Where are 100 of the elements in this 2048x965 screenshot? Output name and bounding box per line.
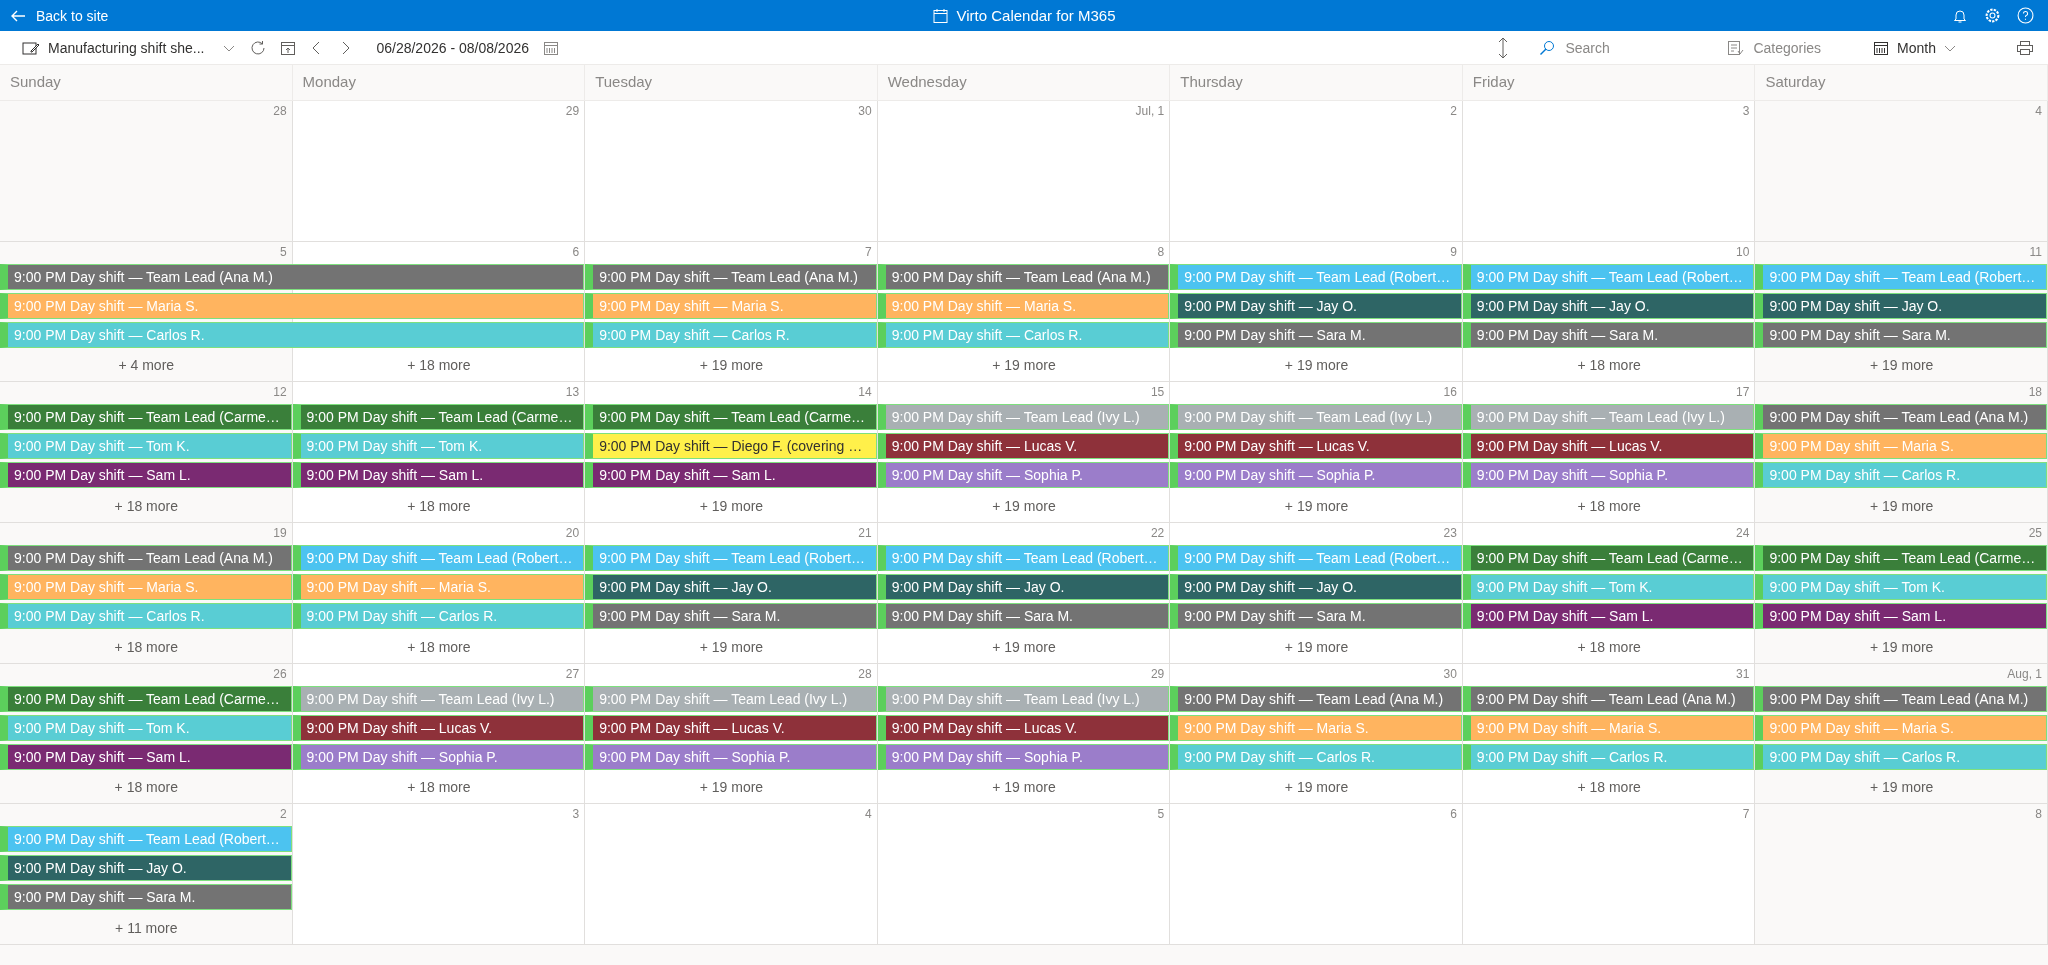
day-number: 8 [1157,244,1165,259]
event-bar[interactable]: 9:00 PM Day shift — Lucas V. [1170,433,1462,460]
event-bar[interactable]: 9:00 PM Day shift — Jay O. [877,574,1170,600]
event-bar[interactable]: 9:00 PM Day shift — Team Lead (Ana M.) [1755,685,2047,712]
more-link[interactable]: + 18 more [1577,498,1641,515]
event-bar[interactable]: 9:00 PM Day shift — Sam L. [292,462,585,489]
more-link[interactable]: + 18 more [114,498,178,515]
event-bar[interactable]: 9:00 PM Day shift — Jay O. [1755,292,2047,319]
event-bar[interactable]: 9:00 PM Day shift — Lucas V. [292,714,585,741]
more-link[interactable]: + 19 more [1284,357,1349,374]
event-bar[interactable]: 9:00 PM Day shift — Sam L. [585,462,877,489]
event-bar[interactable]: 9:00 PM Day shift — Sara M. [1755,321,2047,348]
more-link[interactable]: + 19 more [1870,779,1934,796]
event-bar[interactable]: 9:00 PM Day shift — Sophia P. [877,462,1170,489]
more-link[interactable]: + 19 more [699,357,764,374]
event-bar[interactable]: 9:00 PM Day shift — Jay O. [1170,292,1462,319]
event-bar[interactable]: 9:00 PM Day shift — Team Lead (Carme… [585,404,877,431]
event-bar[interactable]: 9:00 PM Day shift — Team Lead (Ana M.) [585,263,877,290]
day-number: 6 [572,244,580,259]
event-bar[interactable]: 9:00 PM Day shift — Team Lead (Ana M.) [0,545,292,571]
weekday-header: Sunday [0,65,293,100]
more-link[interactable]: + 18 more [1577,779,1641,796]
more-link[interactable]: + 19 more [1284,638,1349,655]
weekday-header: Wednesday [877,65,1171,100]
more-link[interactable]: + 18 more [407,638,471,655]
event-bar[interactable]: 9:00 PM Day shift — Team Lead (Ana M.) [1462,685,1755,712]
event-bar[interactable]: 9:00 PM Day shift — Sara M. [585,603,877,629]
event-bar[interactable]: 9:00 PM Day shift — Team Lead (Carme… [0,685,292,712]
event-bar[interactable]: 9:00 PM Day shift — Team Lead (Carme… [292,404,585,431]
help-icon[interactable] [2017,7,2034,24]
print-icon[interactable] [2016,39,2034,56]
event-bar[interactable]: 9:00 PM Day shift — Team Lead (Carme… [1462,545,1755,571]
event-bar[interactable]: 9:00 PM Day shift — Sam L. [1462,603,1755,629]
more-link[interactable]: + 19 more [1870,357,1934,374]
more-link[interactable]: + 11 more [115,920,178,937]
more-link[interactable]: + 19 more [992,779,1056,796]
event-bar[interactable]: 9:00 PM Day shift — Team Lead (Ana M.) [877,263,1170,290]
day-number: 7 [865,244,872,259]
more-link[interactable]: + 18 more [1577,638,1641,655]
event-bar[interactable]: 9:00 PM Day shift — Sara M. [0,884,292,911]
event-bar[interactable]: 9:00 PM Day shift — Team Lead (Carme… [1755,545,2047,571]
event-bar[interactable]: 9:00 PM Day shift — Lucas V. [877,433,1170,460]
more-link[interactable]: + 19 more [699,779,764,796]
event-bar[interactable]: 9:00 PM Day shift — Sophia P. [292,743,585,770]
day-number: 20 [565,526,580,540]
event-bar[interactable]: 9:00 PM Day shift — Team Lead (Carme… [0,404,292,431]
day-number: 4 [2035,104,2042,118]
more-link[interactable]: + 18 more [407,498,471,515]
event-bar[interactable]: 9:00 PM Day shift — Diego F. (covering … [585,433,877,460]
back-link[interactable]: Back to site [10,7,109,24]
search-field[interactable]: Search [1563,38,1698,57]
event-bar[interactable]: 9:00 PM Day shift — Team Lead (Ana M.) [1755,404,2047,431]
more-link[interactable]: + 18 more [1577,357,1641,374]
event-bar[interactable]: 9:00 PM Day shift — Sam L. [0,462,292,489]
event-bar[interactable]: 9:00 PM Day shift — Sophia P. [877,743,1170,770]
event-bar[interactable]: 9:00 PM Day shift — Team Lead (Ana M.) [1170,685,1462,712]
event-bar[interactable]: 9:00 PM Day shift — Team Lead (Ana M.) [0,263,585,290]
more-link[interactable]: + 19 more [1284,779,1349,796]
event-bar[interactable]: 9:00 PM Day shift — Lucas V. [585,714,877,741]
event-bar[interactable]: 9:00 PM Day shift — Sara M. [877,603,1170,629]
more-link[interactable]: + 19 more [992,498,1056,515]
event-bar[interactable]: 9:00 PM Day shift — Sara M. [1462,321,1755,348]
settings-icon[interactable] [1984,7,2001,24]
more-link[interactable]: + 19 more [992,638,1056,655]
refresh-icon[interactable] [250,39,267,56]
event-bar[interactable]: 9:00 PM Day shift — Sophia P. [1462,462,1755,489]
event-bar[interactable]: 9:00 PM Day shift — Sophia P. [585,743,877,770]
weekday-header: Thursday [1170,65,1463,100]
more-link[interactable]: + 18 more [114,779,178,796]
categories-button[interactable]: Categories [1723,37,1826,58]
event-bar[interactable]: 9:00 PM Day shift — Sam L. [1755,603,2047,629]
event-bar[interactable]: 9:00 PM Day shift — Sara M. [1170,603,1462,629]
search-icon[interactable] [1539,39,1556,56]
event-bar[interactable]: 9:00 PM Day shift — Sam L. [0,743,292,770]
event-bar[interactable]: 9:00 PM Day shift — Jay O. [1462,292,1755,319]
event-bar[interactable]: 9:00 PM Day shift — Lucas V. [1462,433,1755,460]
more-link[interactable]: + 19 more [699,498,764,515]
more-link[interactable]: + 18 more [114,638,178,655]
event-bar[interactable]: 9:00 PM Day shift — Jay O. [585,574,877,600]
expand-vertical-icon[interactable] [1497,36,1510,59]
more-link[interactable]: + 19 more [1284,498,1349,515]
calendar-select-button[interactable]: Manufacturing shift she... [18,37,209,58]
event-bar[interactable]: 9:00 PM Day shift — Jay O. [0,855,292,882]
more-link[interactable]: + 4 more [118,357,175,374]
more-link[interactable]: + 18 more [407,357,471,374]
day-number: 2 [1450,104,1457,118]
event-bar[interactable]: 9:00 PM Day shift — Lucas V. [877,714,1170,741]
bell-icon[interactable] [1952,7,1968,24]
date-picker-icon[interactable] [543,39,559,56]
more-link[interactable]: + 19 more [1870,498,1934,515]
event-bar[interactable]: 9:00 PM Day shift — Jay O. [1170,574,1462,600]
day-number: 8 [2035,807,2042,822]
view-select-button[interactable]: Month [1869,37,1960,58]
more-link[interactable]: + 19 more [1870,638,1934,655]
event-bar[interactable]: 9:00 PM Day shift — Sophia P. [1170,462,1462,489]
event-bar[interactable]: 9:00 PM Day shift — Sara M. [1170,321,1462,348]
more-link[interactable]: + 18 more [407,779,471,796]
more-link[interactable]: + 19 more [992,357,1056,374]
more-link[interactable]: + 19 more [699,638,764,655]
calendar-today-icon[interactable] [280,39,297,56]
